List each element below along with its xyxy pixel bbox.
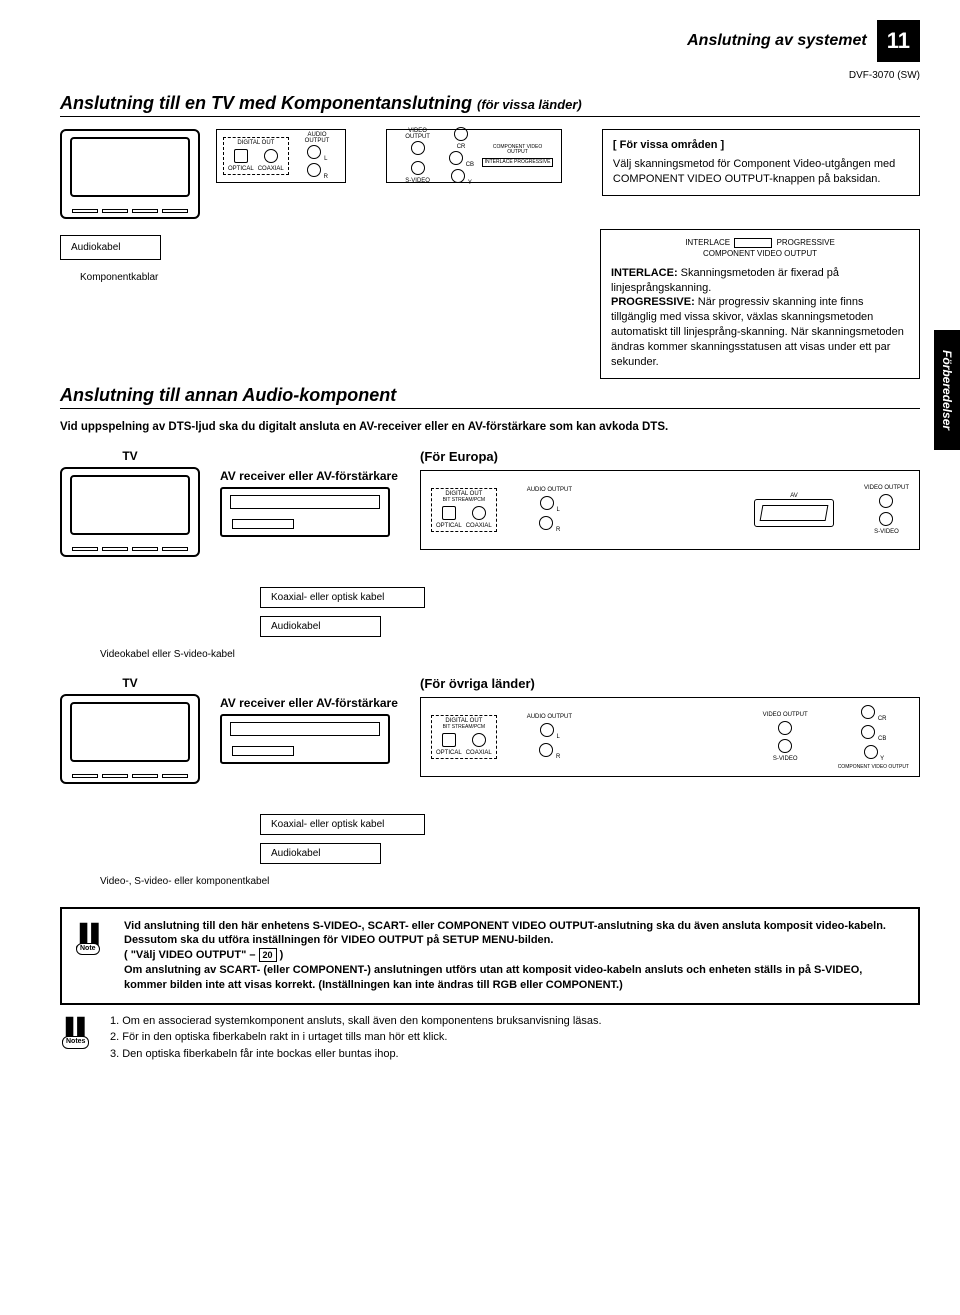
label-progressive-sw: PROGRESSIVE (514, 159, 550, 165)
label-r: R (324, 174, 328, 180)
info-box-interlace: INTERLACE PROGRESSIVE COMPONENT VIDEO OU… (600, 229, 920, 379)
switch-progressive: PROGRESSIVE (777, 238, 835, 247)
label-cr: CR (878, 716, 887, 722)
receiver-label: AV receiver eller AV-förstärkare (220, 696, 400, 710)
info2-interlace-bold: INTERLACE: (611, 267, 678, 279)
info-box-areas: [ För vissa områden ] Välj skanningsmeto… (602, 129, 920, 196)
notes-icon-label: Notes (62, 1036, 89, 1049)
label-audio-output: AUDIO OUTPUT (295, 132, 340, 144)
model-code: DVF-3070 (SW) (60, 70, 920, 81)
tv-label: TV (60, 676, 200, 690)
note-text1: Vid anslutning till den här enhetens S-V… (124, 919, 906, 949)
section1-title: Anslutning till en TV med Komponentanslu… (60, 93, 920, 117)
label-interlace-sw: INTERLACE (485, 159, 513, 165)
label-svideo: S-VIDEO (874, 529, 899, 535)
rear-panel-left: DIGITAL OUT OPTICAL COAXIAL AUDIO OUTPUT… (216, 129, 346, 183)
notes-n3: 3. Den optiska fiberkabeln får inte bock… (110, 1046, 602, 1063)
label-koax-optisk: Koaxial- eller optisk kabel (260, 587, 425, 608)
label-audiokabel: Audiokabel (260, 616, 381, 637)
label-video-svideo: Videokabel eller S-video-kabel (100, 649, 920, 660)
label-comp: COMPONENT VIDEO OUTPUT (838, 764, 909, 770)
tv-label: TV (60, 449, 200, 463)
label-video-output: VIDEO OUTPUT (763, 712, 808, 718)
label-koax-optisk: Koaxial- eller optisk kabel (260, 814, 425, 835)
label-cb: CB (878, 736, 886, 742)
note-block: Note Vid anslutning till den här enheten… (60, 907, 920, 1005)
av-receiver-icon (220, 487, 390, 537)
label-y: Y (880, 756, 884, 762)
av-receiver-icon (220, 714, 390, 764)
label-video-output: VIDEO OUTPUT (395, 128, 440, 140)
note-text2: Om anslutning av SCART- (eller COMPONENT… (124, 963, 906, 993)
section1-title-sub: (för vissa länder) (477, 97, 582, 112)
label-coaxial: COAXIAL (258, 166, 284, 172)
label-coaxial: COAXIAL (466, 750, 492, 756)
label-svideo: S-VIDEO (395, 178, 440, 184)
note-ref-prefix: ( "Välj VIDEO OUTPUT" – (124, 949, 259, 961)
ovriga-label: (För övriga länder) (420, 676, 920, 691)
label-l: L (557, 734, 560, 740)
notes-list: Notes 1. Om en associerad systemkomponen… (60, 1013, 920, 1063)
label-audio-output: AUDIO OUTPUT (527, 714, 572, 720)
label-bitstream: BIT STREAM/PCM (436, 724, 492, 730)
side-tab: Förberedelser (934, 330, 960, 450)
info2-progressive-bold: PROGRESSIVE: (611, 296, 695, 308)
tv-icon (60, 694, 200, 784)
rear-panel-ovriga: DIGITAL OUT BIT STREAM/PCM OPTICAL COAXI… (420, 697, 920, 777)
rear-panel-europa: DIGITAL OUT BIT STREAM/PCM OPTICAL COAXI… (420, 470, 920, 550)
switch-label: COMPONENT VIDEO OUTPUT (703, 249, 817, 258)
label-component-video-output: COMPONENT VIDEO OUTPUT (493, 144, 542, 156)
label-audiokabel: Audiokabel (260, 843, 381, 864)
info1-header: [ För vissa områden ] (613, 138, 909, 153)
info1-body: Välj skanningsmetod för Component Video-… (613, 157, 909, 187)
header-section-label: Anslutning av systemet (687, 32, 867, 50)
note-icon: Note (74, 919, 112, 953)
label-video-output: VIDEO OUTPUT (864, 485, 909, 491)
label-r: R (556, 754, 560, 760)
label-optical: OPTICAL (436, 523, 462, 529)
notes-icon: Notes (60, 1013, 98, 1047)
section2-title: Anslutning till annan Audio-komponent (60, 385, 920, 409)
label-r: R (556, 527, 560, 533)
label-komponentkablar: Komponentkablar (80, 272, 360, 283)
label-optical: OPTICAL (228, 166, 254, 172)
label-video-svideo-komp: Video-, S-video- eller komponentkabel (100, 876, 920, 887)
page-number: 11 (877, 20, 920, 62)
label-l: L (557, 507, 560, 513)
section1-title-main: Anslutning till en TV med Komponentanslu… (60, 93, 472, 113)
label-bitstream: BIT STREAM/PCM (436, 497, 492, 503)
label-svideo: S-VIDEO (773, 756, 798, 762)
tv-icon (60, 129, 200, 219)
label-optical: OPTICAL (436, 750, 462, 756)
europa-label: (För Europa) (420, 449, 920, 464)
label-coaxial: COAXIAL (466, 523, 492, 529)
label-audiokabel: Audiokabel (60, 235, 161, 260)
label-y: Y (468, 180, 472, 186)
label-av: AV (754, 493, 834, 499)
scart-port (754, 499, 834, 527)
tv-icon (60, 467, 200, 557)
receiver-label: AV receiver eller AV-förstärkare (220, 469, 400, 483)
note-icon-label: Note (76, 943, 100, 954)
label-digital-out: DIGITAL OUT (228, 140, 284, 146)
notes-n1: 1. Om en associerad systemkomponent ansl… (110, 1013, 602, 1030)
section2-intro: Vid uppspelning av DTS-ljud ska du digit… (60, 421, 920, 433)
notes-n2: 2. För in den optiska fiberkabeln rakt i… (110, 1029, 602, 1046)
rear-panel-right: VIDEO OUTPUT S-VIDEO CR CB Y COMPONENT V… (386, 129, 562, 183)
label-audio-output: AUDIO OUTPUT (527, 487, 572, 493)
page-ref: 20 (259, 948, 277, 962)
note-ref-suffix: ) (277, 949, 284, 961)
switch-interlace: INTERLACE (685, 238, 730, 247)
